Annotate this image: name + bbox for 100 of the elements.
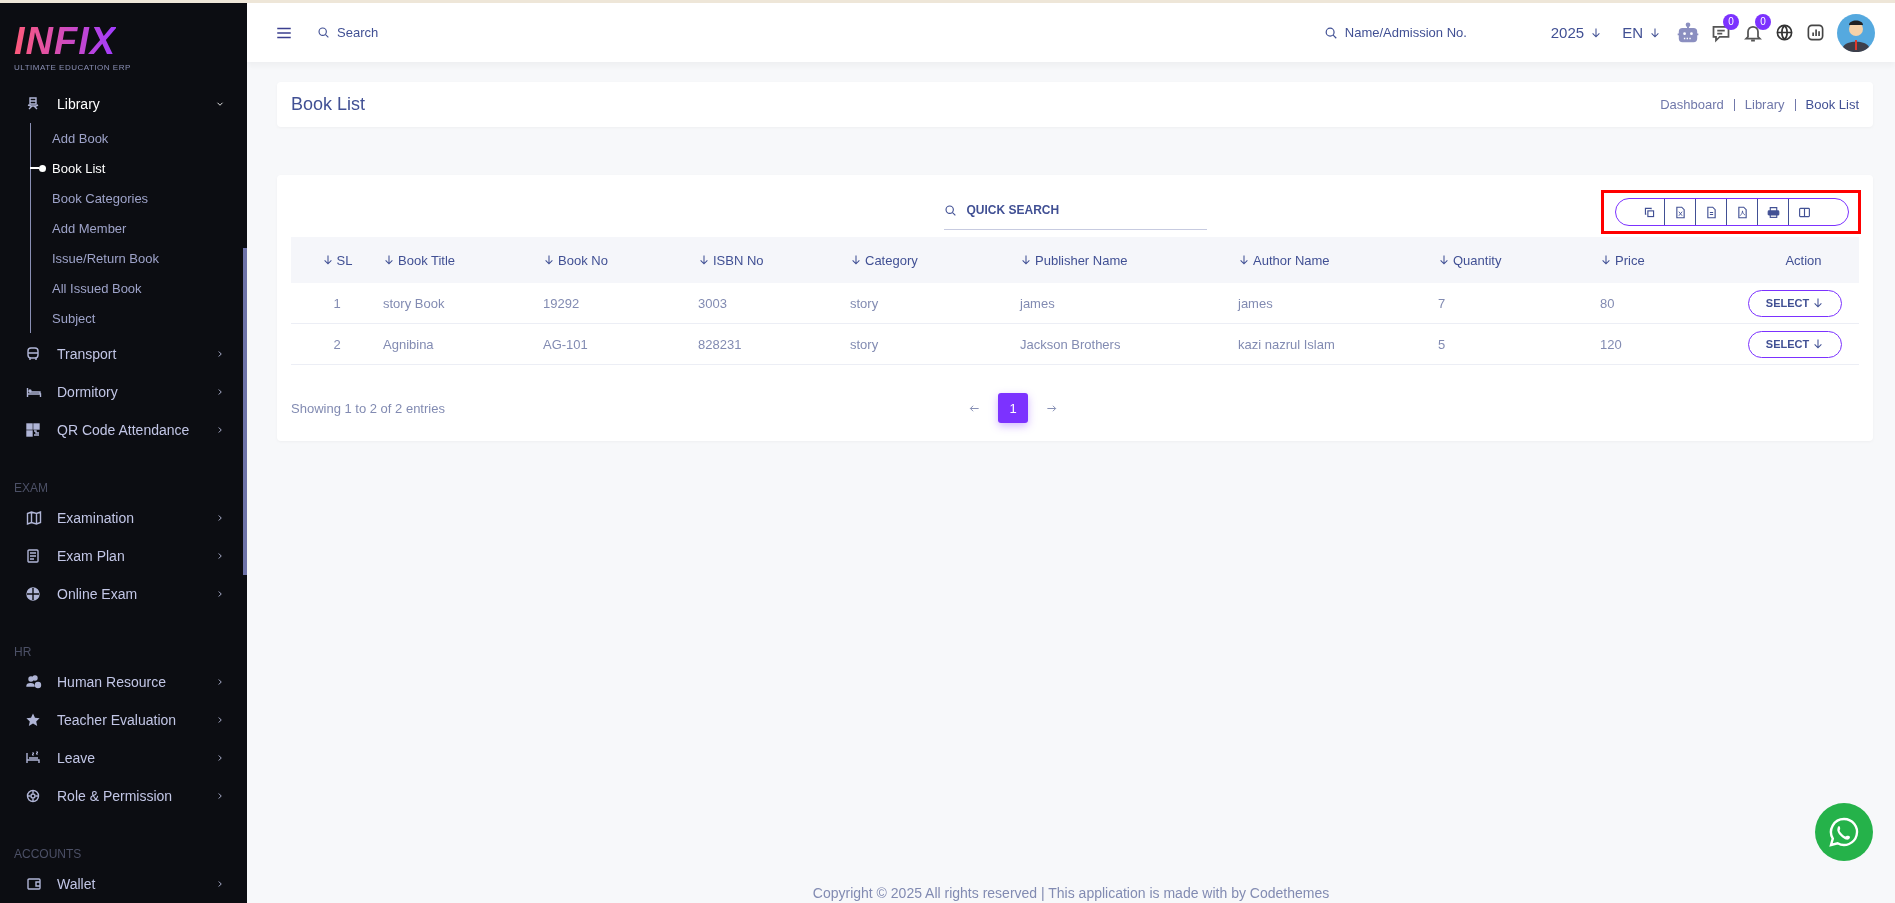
search-icon — [943, 203, 957, 217]
submenu-item[interactable]: Subject — [52, 310, 96, 326]
table-cell-text: 2 — [332, 336, 342, 352]
robot-icon — [1677, 21, 1699, 44]
sidebar-item[interactable]: Transport — [57, 346, 215, 362]
breadcrumb-link[interactable]: Library — [1733, 98, 1795, 111]
sidebar-item[interactable]: Exam Plan — [57, 548, 215, 564]
document-icon — [1704, 205, 1718, 219]
sort-arrow-icon — [543, 254, 555, 266]
sidebar-item[interactable]: Library — [57, 96, 215, 112]
whatsapp-chat-icon[interactable] — [1815, 803, 1873, 861]
table-cell-text: james — [1238, 295, 1274, 311]
submenu-item[interactable]: Add Book — [52, 130, 109, 146]
arrow-down-icon — [1812, 338, 1825, 350]
search-icon — [1323, 25, 1338, 40]
sort-arrow-icon — [1600, 254, 1612, 266]
table-cell-text: Agnibina — [383, 336, 435, 352]
clipboard-list-icon — [25, 548, 41, 564]
column-header[interactable]: Publisher Name — [1020, 252, 1238, 268]
sort-arrow-icon — [1438, 254, 1450, 266]
copy-icon — [1642, 205, 1656, 219]
qr-code-icon — [25, 422, 41, 438]
submenu-item[interactable]: Add Member — [52, 220, 127, 236]
globe-icon — [1775, 23, 1794, 42]
columns-icon — [1798, 205, 1811, 219]
year-dropdown[interactable]: 2025 — [1546, 24, 1607, 41]
table-cell-text: story Book — [383, 295, 446, 311]
column-header[interactable]: ISBN No — [698, 252, 850, 268]
column-header: Action — [1784, 252, 1823, 268]
notification-count-badge: 0 — [1755, 13, 1771, 30]
sidebar-item[interactable]: Wallet — [57, 876, 215, 892]
column-header[interactable]: Quantity — [1438, 252, 1600, 268]
section-heading: EXAM — [13, 480, 49, 497]
table-cell-text: kazi nazrul Islam — [1238, 336, 1336, 352]
table-cell-text: 3003 — [698, 295, 728, 311]
arrow-down-icon — [1812, 297, 1825, 309]
breadcrumb-link[interactable]: Book List — [1794, 98, 1859, 111]
page-button[interactable]: 1 — [998, 393, 1028, 423]
copyright-text: Copyright © 2025 All rights reserved | This application is made with by Codethemes — [812, 885, 1330, 901]
column-header[interactable]: Book No — [543, 252, 698, 268]
sort-arrow-icon — [383, 254, 395, 266]
column-header[interactable]: Book Title — [383, 252, 543, 268]
bus-icon — [25, 346, 41, 362]
logo-tagline: ULTIMATE EDUCATION ERP — [14, 63, 131, 72]
submenu-item[interactable]: Book Categories — [52, 190, 149, 206]
table-cell-text: Jackson Brothers — [1020, 336, 1122, 352]
entries-info: Showing 1 to 2 of 2 entries — [291, 400, 446, 416]
breadcrumb-link[interactable]: Dashboard — [1650, 98, 1734, 111]
table-cell-text: 19292 — [543, 295, 581, 311]
bar-chart-icon — [1806, 23, 1825, 42]
globe-icon — [25, 586, 41, 602]
sort-arrow-icon — [1238, 254, 1250, 266]
sort-arrow-icon — [321, 254, 334, 266]
table-cell-text: 5 — [1438, 336, 1447, 352]
section-heading: HR — [13, 644, 33, 661]
table-cell-text: story — [850, 336, 880, 352]
wallet-icon — [25, 876, 43, 892]
sidebar-item[interactable]: Teacher Evaluation — [57, 712, 215, 728]
message-count-badge: 0 — [1723, 13, 1739, 30]
bed-zzz-icon — [25, 750, 41, 766]
submenu-item[interactable]: All Issued Book — [52, 280, 142, 296]
star-icon — [25, 712, 41, 728]
arrow-left-icon — [969, 402, 980, 414]
arrow-down-icon — [1590, 26, 1603, 39]
sidebar-item[interactable]: Role & Permission — [57, 788, 215, 804]
scrollbar-thumb[interactable] — [243, 248, 247, 575]
arrow-down-icon — [1649, 26, 1661, 39]
sidebar-item[interactable]: Dormitory — [57, 384, 215, 400]
sidebar-item[interactable]: QR Code Attendance — [57, 422, 215, 438]
table-cell-text: 1 — [332, 295, 342, 311]
column-header[interactable]: Author Name — [1238, 252, 1438, 268]
section-heading: ACCOUNTS — [13, 846, 83, 863]
column-header[interactable]: SL — [291, 252, 383, 268]
submenu-item[interactable]: Book List — [52, 160, 106, 176]
table-cell-text: story — [850, 295, 880, 311]
page-title: Book List — [291, 94, 367, 115]
sort-arrow-icon — [698, 254, 710, 266]
table-cell-text: 120 — [1600, 336, 1623, 352]
column-header[interactable]: Price — [1600, 252, 1748, 268]
excel-file-icon — [1673, 205, 1687, 219]
arrow-right-icon — [1046, 402, 1057, 414]
table-cell-text: 7 — [1438, 295, 1447, 311]
sort-arrow-icon — [1020, 254, 1032, 266]
sort-arrow-icon — [850, 254, 862, 266]
table-cell-text: 828231 — [698, 336, 743, 352]
table-cell-text: AG-101 — [543, 336, 589, 352]
map-icon — [25, 510, 43, 526]
column-header[interactable]: Category — [850, 252, 1020, 268]
book-stand-icon — [25, 96, 41, 112]
sidebar-item[interactable]: Leave — [57, 750, 215, 766]
sidebar-item[interactable]: Human Resource — [57, 674, 215, 690]
sidebar-item[interactable]: Examination — [57, 510, 215, 526]
submenu-item[interactable]: Issue/Return Book — [52, 250, 159, 266]
language-dropdown[interactable]: EN — [1618, 24, 1665, 41]
avatar-silhouette[interactable] — [1837, 13, 1875, 52]
pdf-file-icon — [1735, 205, 1749, 219]
search-icon — [317, 26, 330, 39]
sidebar-item[interactable]: Online Exam — [57, 586, 215, 602]
table-cell-text: james — [1020, 295, 1056, 311]
table-cell-text: 80 — [1600, 295, 1616, 311]
